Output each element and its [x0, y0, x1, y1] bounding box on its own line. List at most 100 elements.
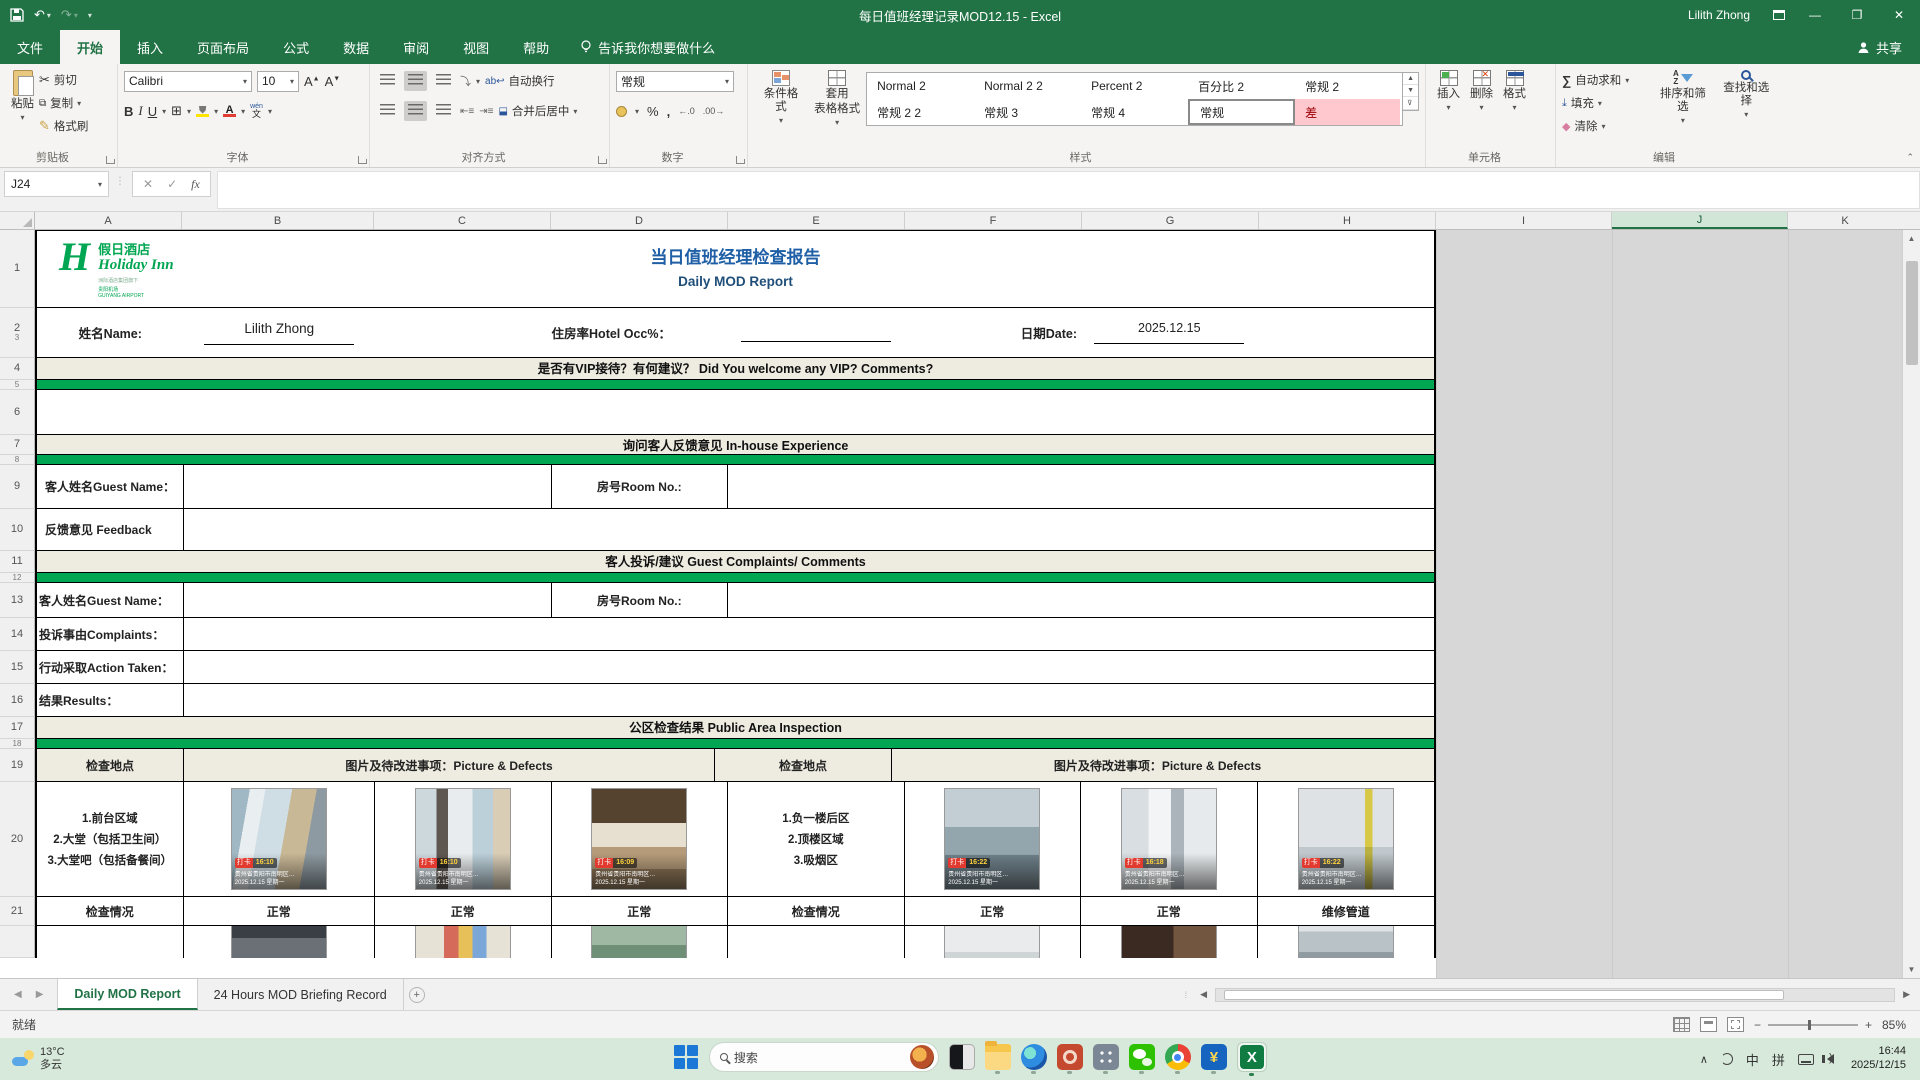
page-break-view-icon[interactable] [1727, 1017, 1744, 1032]
hscroll-thumb[interactable] [1224, 990, 1784, 1000]
cancel-entry-icon[interactable]: ✕ [143, 177, 153, 191]
vscroll-thumb[interactable] [1906, 261, 1918, 365]
font-color-icon[interactable]: A [223, 105, 236, 117]
share-button[interactable]: 共享 [1876, 38, 1902, 57]
zoom-out-icon[interactable]: − [1754, 1018, 1761, 1032]
bold-button[interactable]: B [124, 104, 133, 119]
decrease-font-icon[interactable]: A▼ [325, 74, 341, 89]
vertical-scrollbar[interactable]: ▲ ▼ [1902, 230, 1920, 978]
name-box[interactable]: J24▾ [4, 171, 109, 197]
hidden-icons-chevron[interactable]: ∧ [1700, 1053, 1708, 1066]
start-button[interactable] [673, 1044, 699, 1070]
delete-cells-button[interactable]: 删除▾ [1465, 68, 1498, 147]
confirm-entry-icon[interactable]: ✓ [167, 177, 177, 191]
ribbon-display-options-icon[interactable] [1764, 0, 1794, 30]
name-value-cell[interactable]: Lilith Zhong [184, 321, 375, 345]
conditional-formatting-button[interactable]: 条件格式▾ [754, 68, 808, 147]
sheet-nav-left-icon[interactable]: ◀ [14, 989, 22, 1000]
align-top-icon[interactable] [376, 71, 399, 91]
tell-me-box[interactable]: 告诉我你想要做什么 [566, 30, 729, 64]
zoom-in-icon[interactable]: + [1865, 1018, 1872, 1032]
inspection-photo-cell[interactable]: 打卡16:22 贵州省贵阳市南明区…2025.12.15 星期一 [1258, 782, 1434, 896]
select-all-corner[interactable] [0, 212, 35, 229]
condition-value[interactable]: 正常 [552, 897, 729, 925]
col-header[interactable]: I [1436, 212, 1612, 229]
unused-cells-area[interactable] [1436, 230, 1902, 978]
col-header[interactable]: D [551, 212, 728, 229]
guest-name-input-cell[interactable] [184, 465, 552, 508]
underline-button[interactable]: U [148, 104, 157, 119]
action-taken-input-cell[interactable] [184, 651, 1434, 683]
inspection-photo-cell[interactable]: 打卡16:10 贵州省贵阳市南明区…2025.12.15 星期一 [184, 782, 375, 896]
align-right-icon[interactable] [432, 101, 455, 121]
format-painter-button[interactable]: ✎格式刷 [39, 116, 88, 136]
fill-button[interactable]: ⤓填充▾ [1562, 93, 1651, 113]
inspection-photo-cell[interactable] [184, 926, 375, 958]
cell-style-option[interactable]: Normal 2 [867, 73, 974, 99]
cell-style-option-bad[interactable]: 差 [1295, 99, 1400, 125]
fill-color-icon[interactable]: ⛊ [196, 106, 209, 117]
autosum-button[interactable]: ∑自动求和▾ [1562, 70, 1651, 90]
sort-filter-button[interactable]: AZ 排序和筛选▾ [1651, 68, 1714, 147]
cell-style-option[interactable]: 常规 2 [1295, 73, 1402, 99]
hscroll-left-icon[interactable]: ◀ [1196, 989, 1211, 1000]
cell-style-option[interactable]: 常规 4 [1081, 99, 1188, 125]
account-user-name[interactable]: Lilith Zhong [1688, 8, 1750, 22]
close-button[interactable]: ✕ [1878, 0, 1920, 30]
clear-button[interactable]: ◆清除▾ [1562, 116, 1651, 136]
align-left-icon[interactable] [376, 101, 399, 121]
save-icon[interactable] [10, 8, 24, 22]
copy-button[interactable]: ⧉复制▾ [39, 93, 88, 113]
col-header[interactable]: C [374, 212, 551, 229]
zoom-slider[interactable] [1768, 1024, 1858, 1026]
ime-mode-indicator[interactable]: 拼 [1772, 1050, 1785, 1069]
font-family-combo[interactable]: Calibri▾ [124, 71, 252, 92]
inspection-photo-cell[interactable] [905, 926, 1082, 958]
taskbar-clock[interactable]: 16:44 2025/12/15 [1851, 1045, 1906, 1073]
minimize-button[interactable]: — [1794, 0, 1836, 30]
font-size-combo[interactable]: 10▾ [257, 71, 299, 92]
cell-style-option-selected[interactable]: 常规 [1188, 99, 1295, 125]
tab-formulas[interactable]: 公式 [266, 30, 326, 64]
styles-gallery-scroll[interactable]: ▲▼⊽ [1403, 72, 1419, 111]
condition-value[interactable]: 正常 [905, 897, 1082, 925]
scroll-up-icon[interactable]: ▲ [1908, 230, 1916, 247]
tab-file[interactable]: 文件 [0, 30, 60, 64]
align-middle-icon[interactable] [404, 71, 427, 91]
customize-qat-button[interactable]: ▾ [88, 11, 92, 20]
weather-widget[interactable]: 13°C多云 [0, 1046, 240, 1072]
font-dialog-launcher[interactable] [358, 156, 366, 164]
results-input-cell[interactable] [184, 684, 1434, 716]
number-dialog-launcher[interactable] [736, 156, 744, 164]
condition-value[interactable]: 正常 [1081, 897, 1258, 925]
inspection-photo-cell[interactable] [1081, 926, 1258, 958]
room-no-input-cell[interactable] [728, 583, 1434, 617]
cell-style-option[interactable]: 百分比 2 [1188, 73, 1295, 99]
horizontal-scrollbar[interactable]: ⁞ ◀ ▶ [1185, 979, 1920, 1010]
wechat-icon[interactable] [1129, 1044, 1155, 1070]
format-cells-button[interactable]: 格式▾ [1498, 68, 1531, 147]
scroll-down-icon[interactable]: ▼ [1908, 961, 1916, 978]
percent-style-icon[interactable]: % [647, 104, 659, 119]
undo-button[interactable]: ↶▾ [34, 7, 51, 23]
guest-name-input-cell[interactable] [184, 583, 552, 617]
formula-input[interactable] [217, 171, 1920, 209]
increase-indent-icon[interactable]: ⇥≡ [479, 106, 493, 117]
inspection-photo-cell[interactable]: 打卡16:22 贵州省贵阳市南明区…2025.12.15 星期一 [905, 782, 1082, 896]
tab-help[interactable]: 帮助 [506, 30, 566, 64]
alignment-dialog-launcher[interactable] [598, 156, 606, 164]
tab-review[interactable]: 审阅 [386, 30, 446, 64]
inspection-photo-cell[interactable]: 打卡16:18 贵州省贵阳市南明区…2025.12.15 星期一 [1081, 782, 1258, 896]
cell-style-option[interactable]: Percent 2 [1081, 73, 1188, 99]
page-layout-view-icon[interactable] [1700, 1017, 1717, 1032]
sheet-nav-right-icon[interactable]: ▶ [36, 989, 44, 1000]
taskbar-app-media[interactable] [1057, 1044, 1083, 1070]
paste-button[interactable]: 粘贴▾ [6, 68, 39, 147]
col-header[interactable]: G [1082, 212, 1259, 229]
cut-button[interactable]: ✂剪切 [39, 70, 88, 90]
sheet-tab-24h-briefing[interactable]: 24 Hours MOD Briefing Record [198, 979, 404, 1010]
worksheet-grid[interactable]: ▲ ▼ 1 H 假日酒店 Holiday Inn 洲际酒店集团旗下 贵阳机场 G… [0, 230, 1920, 978]
increase-decimal-icon[interactable]: ←.0 [678, 106, 695, 116]
find-select-button[interactable]: 查找和选择▾ [1715, 68, 1778, 147]
decrease-decimal-icon[interactable]: .00→ [703, 106, 725, 116]
